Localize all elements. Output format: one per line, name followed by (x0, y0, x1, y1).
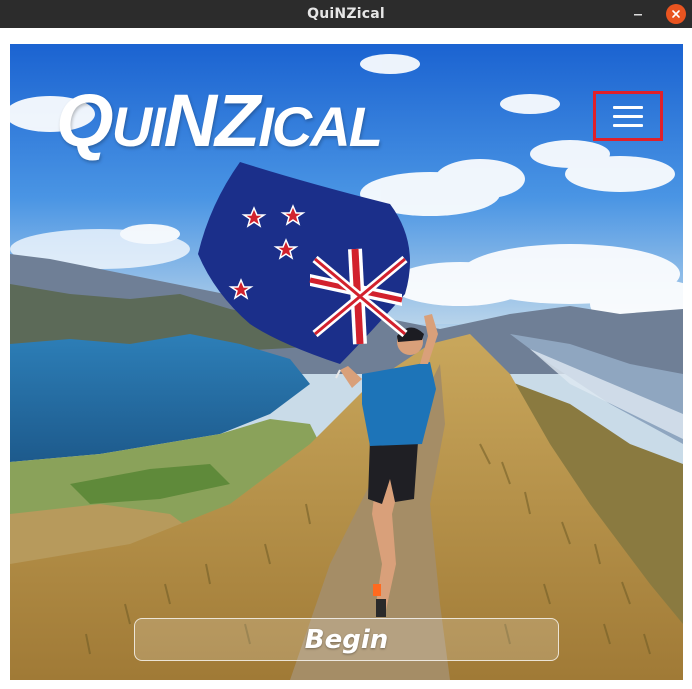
hero-background-image: QUINZICAL Begin (10, 44, 683, 680)
minimize-button[interactable] (628, 4, 648, 24)
begin-button[interactable]: Begin (134, 618, 559, 661)
window-title: QuiNZical (307, 6, 385, 22)
minimize-icon (634, 14, 642, 16)
hamburger-icon-bar (613, 123, 643, 127)
hamburger-icon-bar (613, 105, 643, 109)
window-titlebar: QuiNZical (0, 0, 692, 28)
menu-button[interactable] (593, 91, 663, 141)
close-button[interactable] (666, 4, 686, 24)
hamburger-icon-bar (613, 114, 643, 118)
app-logo: QUINZICAL (56, 79, 383, 162)
close-icon (672, 10, 680, 18)
